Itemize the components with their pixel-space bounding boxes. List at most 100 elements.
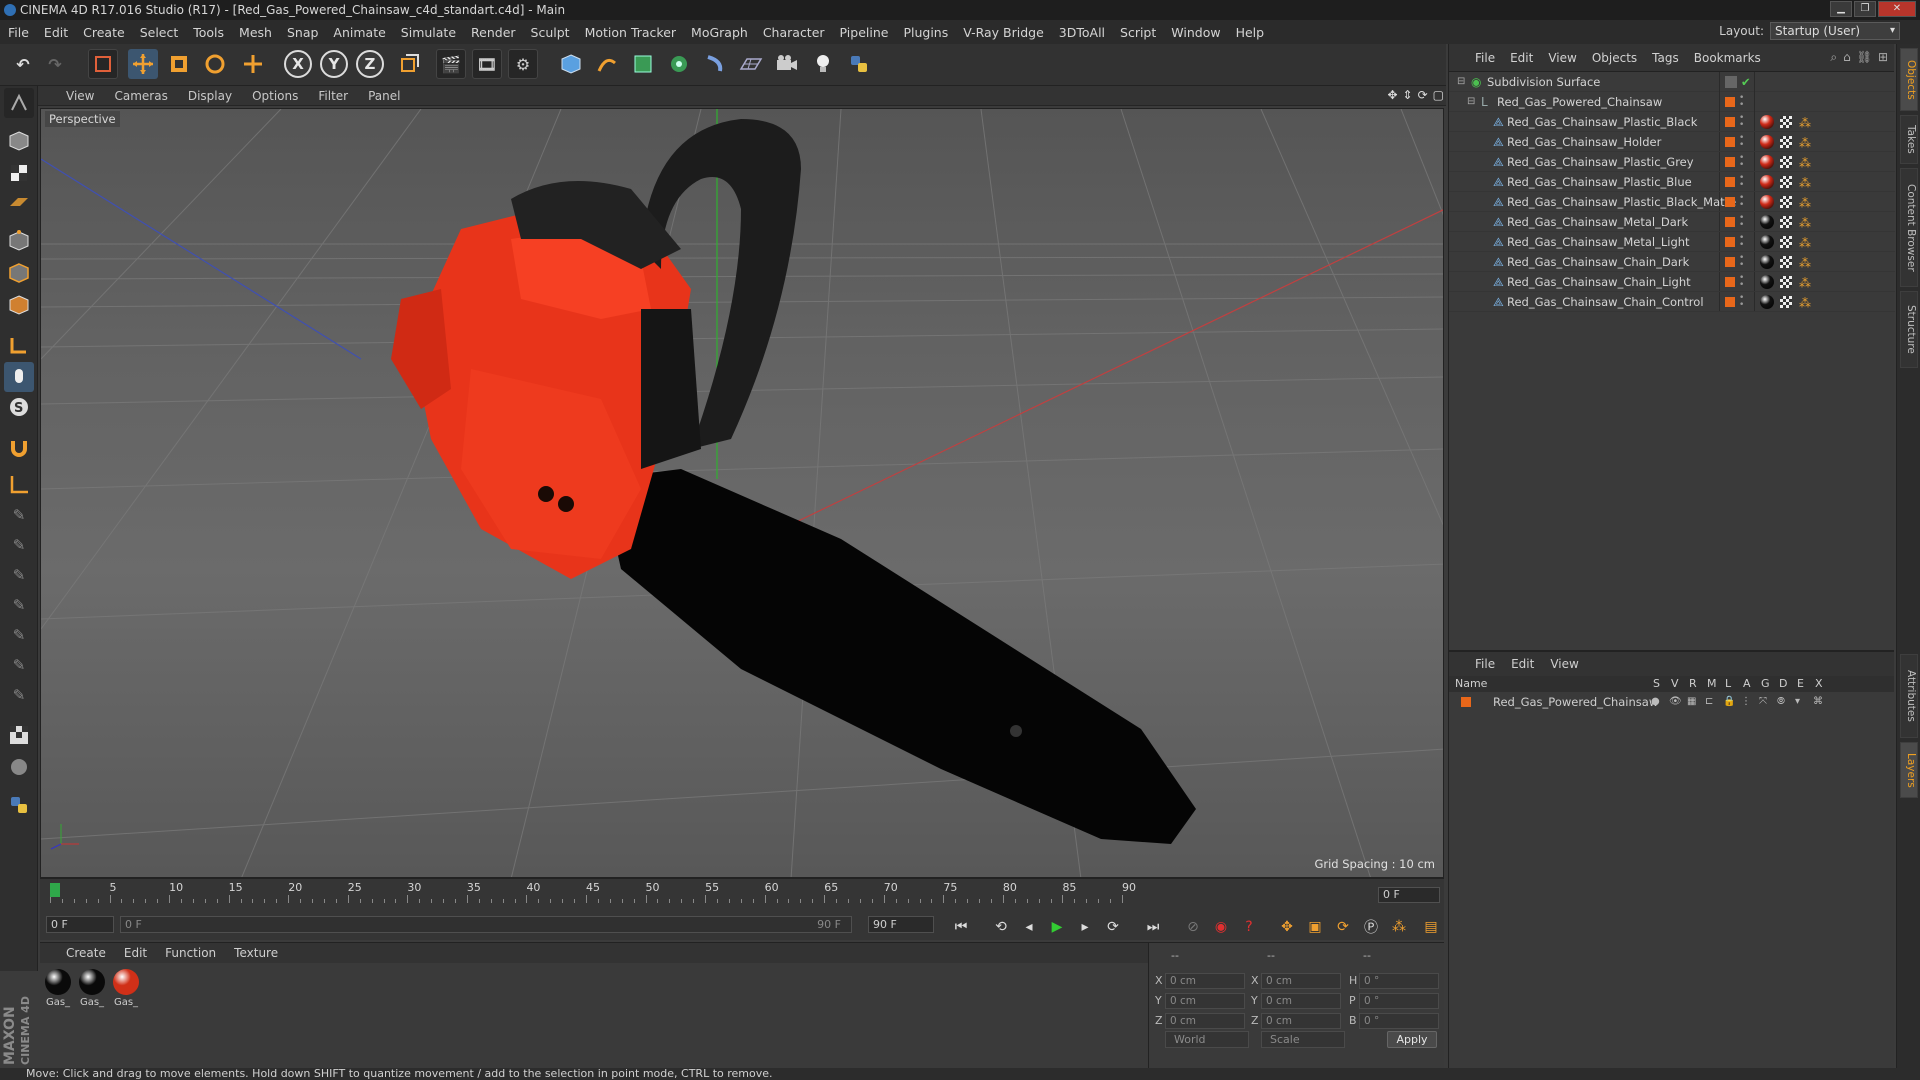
render-picture-viewer-icon[interactable]: 🎞 — [472, 49, 502, 79]
object-row[interactable]: ⟁ Red_Gas_Chainsaw_Metal_Dark • • ⁂ — [1449, 212, 1895, 232]
magnet-icon[interactable] — [4, 432, 34, 462]
maximize-button[interactable]: ❐ — [1854, 1, 1876, 17]
menu-file[interactable]: File — [8, 25, 29, 40]
new-window-icon[interactable]: ⊞ — [1878, 50, 1888, 65]
render-settings-icon[interactable]: ⚙ — [508, 49, 538, 79]
frame-ruler[interactable]: 051015202530354045505560657075808590 — [50, 881, 1385, 903]
pen-spline-icon[interactable] — [592, 49, 622, 79]
material-menu-texture[interactable]: Texture — [234, 946, 278, 960]
uvw-tag-icon[interactable] — [1780, 296, 1792, 308]
material-tag-icon[interactable] — [1760, 255, 1774, 269]
material-tag-icon[interactable] — [1760, 175, 1774, 189]
visibility-dots-icon[interactable]: • • — [1739, 254, 1744, 270]
key-position-icon[interactable]: ✥ — [1276, 916, 1298, 938]
object-row-root[interactable]: ⊟ ◉ Subdivision Surface ✔ — [1449, 72, 1895, 92]
polygons-mode-icon[interactable] — [4, 290, 34, 320]
key-pla-icon[interactable]: ⁂ — [1388, 916, 1410, 938]
uvw-tag-icon[interactable] — [1780, 236, 1792, 248]
object-menu-view[interactable]: View — [1548, 51, 1576, 65]
home-icon[interactable]: ⌂ — [1843, 50, 1851, 65]
menu-snap[interactable]: Snap — [287, 25, 318, 40]
python-icon[interactable] — [844, 49, 874, 79]
viewport-menu-options[interactable]: Options — [252, 89, 298, 103]
object-row[interactable]: ⟁ Red_Gas_Chainsaw_Chain_Light • • ⁂ — [1449, 272, 1895, 292]
visibility-dots-icon[interactable]: • • — [1739, 174, 1744, 190]
coord-size-field[interactable]: 0 cm — [1261, 973, 1341, 989]
visibility-dots-icon[interactable]: • • — [1739, 194, 1744, 210]
material-tag-icon[interactable] — [1760, 135, 1774, 149]
camera-icon[interactable] — [772, 49, 802, 79]
visibility-dots-icon[interactable]: • • — [1739, 154, 1744, 170]
layer-toggle-icon[interactable]: ⌘ — [1813, 692, 1823, 712]
layout-dropdown[interactable]: Startup (User) — [1770, 22, 1900, 40]
z-axis-lock-button[interactable]: Z — [356, 50, 384, 78]
cube-primitive-icon[interactable] — [556, 49, 586, 79]
object-menu-tags[interactable]: Tags — [1652, 51, 1679, 65]
viewport-menu-display[interactable]: Display — [188, 89, 232, 103]
frame-range-slider[interactable]: 0 F 90 F — [120, 916, 852, 933]
layer-color-icon[interactable] — [1725, 117, 1735, 127]
menu-simulate[interactable]: Simulate — [401, 25, 456, 40]
uvw-tag-icon[interactable] — [1780, 196, 1792, 208]
timeline-window-icon[interactable]: ▤ — [1420, 916, 1442, 938]
playhead-marker[interactable] — [50, 883, 60, 897]
phong-tag-icon[interactable]: ⁂ — [1799, 233, 1811, 253]
collapse-icon[interactable]: ⊟ — [1467, 92, 1475, 112]
phong-tag-icon[interactable]: ⁂ — [1799, 193, 1811, 213]
viewport-menu-panel[interactable]: Panel — [368, 89, 400, 103]
make-editable-icon[interactable] — [4, 88, 34, 118]
menu-script[interactable]: Script — [1120, 25, 1156, 40]
goto-next-key-icon[interactable]: ⟳ — [1102, 916, 1124, 938]
layer-color-icon[interactable] — [1725, 297, 1735, 307]
layer-color-swatch[interactable] — [1461, 697, 1471, 707]
search-icon[interactable]: ⌕ — [1830, 50, 1837, 65]
coord-size-field[interactable]: 0 cm — [1261, 993, 1341, 1009]
menu-window[interactable]: Window — [1171, 25, 1220, 40]
enable-axis-icon[interactable] — [4, 330, 34, 360]
goto-previous-key-icon[interactable]: ⟲ — [990, 916, 1012, 938]
enabled-check-icon[interactable]: ✔ — [1741, 72, 1751, 92]
perspective-viewport[interactable]: Perspective Grid Spacing : 10 cm — [40, 108, 1444, 878]
next-frame-icon[interactable]: ▸ — [1074, 916, 1096, 938]
menu-sculpt[interactable]: Sculpt — [531, 25, 570, 40]
coord-position-field[interactable]: 0 cm — [1165, 993, 1245, 1009]
layer-color-icon[interactable] — [1725, 197, 1735, 207]
menu-help[interactable]: Help — [1236, 25, 1265, 40]
material-swatch[interactable]: Gas_ — [112, 969, 140, 1008]
layer-row[interactable]: Red_Gas_Powered_Chainsaw ● 👁 ▦ ⊏ 🔒 ⋮ ⤧ ⦾ ▾ ⌘ — [1449, 692, 1894, 712]
visibility-dots-icon[interactable]: • • — [1739, 274, 1744, 290]
menu-motion-tracker[interactable]: Motion Tracker — [585, 25, 676, 40]
layer-color-icon[interactable] — [1725, 157, 1735, 167]
object-menu-file[interactable]: File — [1475, 51, 1495, 65]
uvw-tag-icon[interactable] — [1780, 276, 1792, 288]
object-row[interactable]: ⟁ Red_Gas_Chainsaw_Plastic_Black_Matte • • ⁂ — [1449, 192, 1895, 212]
menu-create[interactable]: Create — [83, 25, 125, 40]
goto-end-icon[interactable]: ⏭ — [1142, 916, 1164, 938]
coordinate-system-icon[interactable] — [394, 49, 424, 79]
layer-toggle-icon[interactable]: ▦ — [1687, 692, 1696, 712]
orbit-icon[interactable]: ⟳ — [1418, 88, 1428, 102]
material-tag-icon[interactable] — [1760, 115, 1774, 129]
key-rotation-icon[interactable]: ⟳ — [1332, 916, 1354, 938]
sculpt-knife-icon[interactable]: ✎ — [4, 650, 34, 680]
phong-tag-icon[interactable]: ⁂ — [1799, 153, 1811, 173]
start-frame-field[interactable]: 0 F — [46, 916, 114, 933]
script-python-icon[interactable] — [4, 790, 34, 820]
material-tag-icon[interactable] — [1760, 275, 1774, 289]
coord-rotation-field[interactable]: 0 ° — [1359, 993, 1439, 1009]
visibility-dots-icon[interactable]: • • — [1739, 94, 1744, 110]
menu-pipeline[interactable]: Pipeline — [840, 25, 889, 40]
phong-tag-icon[interactable]: ⁂ — [1799, 293, 1811, 313]
points-mode-icon[interactable] — [4, 226, 34, 256]
key-scale-icon[interactable]: ▣ — [1304, 916, 1326, 938]
render-region-icon[interactable] — [4, 752, 34, 782]
coord-size-field[interactable]: 0 cm — [1261, 1013, 1341, 1029]
object-menu-objects[interactable]: Objects — [1592, 51, 1637, 65]
play-forward-icon[interactable]: ▶ — [1046, 916, 1068, 938]
workplane-mode-icon[interactable] — [4, 188, 34, 218]
pan-icon[interactable]: ✥ — [1387, 88, 1397, 102]
phong-tag-icon[interactable]: ⁂ — [1799, 133, 1811, 153]
layer-color-icon[interactable] — [1725, 137, 1735, 147]
coord-type-dropdown[interactable]: Scale — [1261, 1031, 1345, 1048]
layer-menu-view[interactable]: View — [1550, 657, 1578, 671]
